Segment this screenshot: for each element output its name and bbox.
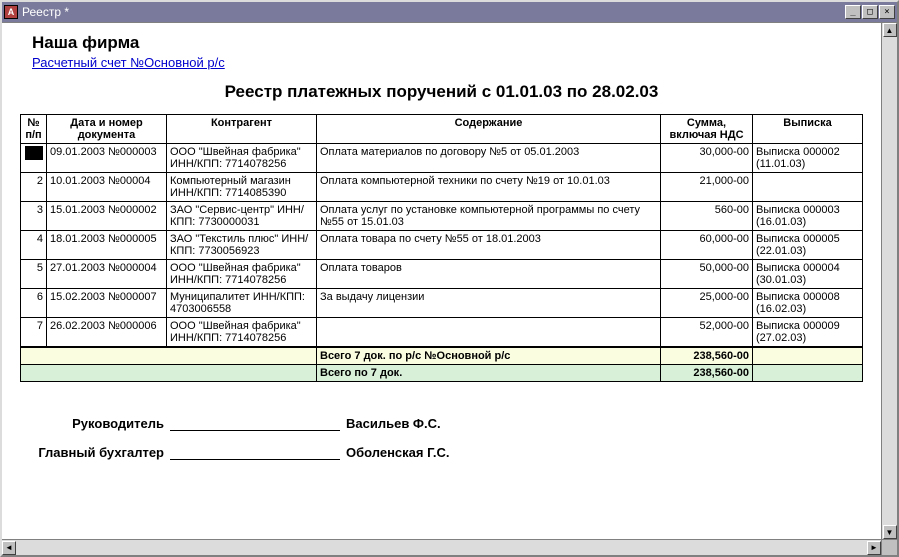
cell-sum: 60,000-00 <box>661 231 753 260</box>
signature-row-accountant: Главный бухгалтер Оболенская Г.С. <box>20 445 863 460</box>
table-row[interactable]: 726.02.2003 №000006ООО "Швейная фабрика"… <box>21 318 863 348</box>
cell-date: 09.01.2003 №000003 <box>47 144 167 173</box>
cell-contragent: ЗАО "Сервис-центр" ИНН/КПП: 7730000031 <box>167 202 317 231</box>
cell-num: 5 <box>21 260 47 289</box>
name-director: Васильев Ф.С. <box>346 416 441 431</box>
signature-line <box>170 417 340 431</box>
cell-sum: 560-00 <box>661 202 753 231</box>
table-row[interactable]: 210.01.2003 №00004Компьютерный магазин И… <box>21 173 863 202</box>
vertical-scrollbar[interactable]: ▲ ▼ <box>881 23 897 539</box>
cell-date: 10.01.2003 №00004 <box>47 173 167 202</box>
table-header-row: № п/п Дата и номер документа Контрагент … <box>21 115 863 144</box>
cell-contragent: ООО "Швейная фабрика" ИНН/КПП: 771407825… <box>167 318 317 348</box>
signature-line <box>170 446 340 460</box>
name-accountant: Оболенская Г.С. <box>346 445 449 460</box>
resize-grip[interactable] <box>881 539 897 555</box>
cell-num: 3 <box>21 202 47 231</box>
col-sum: Сумма, включая НДС <box>661 115 753 144</box>
col-num: № п/п <box>21 115 47 144</box>
cell-sum: 50,000-00 <box>661 260 753 289</box>
subtotal-sum: 238,560-00 <box>661 347 753 365</box>
window-title: Реестр * <box>22 5 844 19</box>
cell-contragent: ООО "Швейная фабрика" ИНН/КПП: 771407825… <box>167 260 317 289</box>
table-row[interactable]: 315.01.2003 №000002ЗАО "Сервис-центр" ИН… <box>21 202 863 231</box>
footer: ◄ ► <box>2 539 897 555</box>
cell-desc: Оплата товара по счету №55 от 18.01.2003 <box>317 231 661 260</box>
document-title: Реестр платежных поручений с 01.01.03 по… <box>20 82 863 102</box>
cell-num <box>21 144 47 173</box>
cell-desc <box>317 318 661 348</box>
cell-desc: Оплата компьютерной техники по счету №19… <box>317 173 661 202</box>
horizontal-scrollbar[interactable]: ◄ ► <box>2 539 881 555</box>
grandtotal-sum: 238,560-00 <box>661 365 753 382</box>
cell-desc: Оплата товаров <box>317 260 661 289</box>
cell-contragent: ЗАО "Текстиль плюс" ИНН/КПП: 7730056923 <box>167 231 317 260</box>
account-link[interactable]: Расчетный счет №Основной р/с <box>32 55 225 70</box>
table-row[interactable]: 615.02.2003 №000007Муниципалитет ИНН/КПП… <box>21 289 863 318</box>
cell-extract: Выписка 000009 (27.02.03) <box>753 318 863 348</box>
cell-sum: 25,000-00 <box>661 289 753 318</box>
cell-sum: 21,000-00 <box>661 173 753 202</box>
signatures: Руководитель Васильев Ф.С. Главный бухга… <box>20 416 863 460</box>
maximize-button[interactable]: □ <box>862 5 878 19</box>
cell-date: 15.02.2003 №000007 <box>47 289 167 318</box>
table-row[interactable]: 527.01.2003 №000004ООО "Швейная фабрика"… <box>21 260 863 289</box>
cell-num: 2 <box>21 173 47 202</box>
role-accountant: Главный бухгалтер <box>20 445 170 460</box>
cell-extract: Выписка 000004 (30.01.03) <box>753 260 863 289</box>
cell-sum: 30,000-00 <box>661 144 753 173</box>
client-area: Наша фирма Расчетный счет №Основной р/с … <box>2 22 897 539</box>
minimize-button[interactable]: _ <box>845 5 861 19</box>
col-desc: Содержание <box>317 115 661 144</box>
scroll-up-icon[interactable]: ▲ <box>883 23 897 37</box>
cell-extract: Выписка 000002 (11.01.03) <box>753 144 863 173</box>
app-icon: А <box>4 5 18 19</box>
row-selection-marker <box>25 146 43 160</box>
cell-contragent: ООО "Швейная фабрика" ИНН/КПП: 771407825… <box>167 144 317 173</box>
cell-date: 26.02.2003 №000006 <box>47 318 167 348</box>
register-table: № п/п Дата и номер документа Контрагент … <box>20 114 863 382</box>
subtotal-label: Всего 7 док. по р/с №Основной р/с <box>317 347 661 365</box>
cell-num: 4 <box>21 231 47 260</box>
cell-desc: Оплата услуг по установке компьютерной п… <box>317 202 661 231</box>
scroll-left-icon[interactable]: ◄ <box>2 541 16 555</box>
grandtotal-label: Всего по 7 док. <box>317 365 661 382</box>
app-window: А Реестр * _ □ × Наша фирма Расчетный сч… <box>0 0 899 557</box>
cell-desc: За выдачу лицензии <box>317 289 661 318</box>
cell-contragent: Муниципалитет ИНН/КПП: 4703006558 <box>167 289 317 318</box>
document-body: Наша фирма Расчетный счет №Основной р/с … <box>2 23 881 539</box>
col-date: Дата и номер документа <box>47 115 167 144</box>
cell-desc: Оплата материалов по договору №5 от 05.0… <box>317 144 661 173</box>
cell-sum: 52,000-00 <box>661 318 753 348</box>
table-row[interactable]: 09.01.2003 №000003ООО "Швейная фабрика" … <box>21 144 863 173</box>
table-row[interactable]: 418.01.2003 №000005ЗАО "Текстиль плюс" И… <box>21 231 863 260</box>
cell-num: 7 <box>21 318 47 348</box>
cell-date: 15.01.2003 №000002 <box>47 202 167 231</box>
subtotal-row: Всего 7 док. по р/с №Основной р/с 238,56… <box>21 347 863 365</box>
col-contragent: Контрагент <box>167 115 317 144</box>
grandtotal-row: Всего по 7 док. 238,560-00 <box>21 365 863 382</box>
scroll-down-icon[interactable]: ▼ <box>883 525 897 539</box>
cell-num: 6 <box>21 289 47 318</box>
cell-date: 18.01.2003 №000005 <box>47 231 167 260</box>
scroll-right-icon[interactable]: ► <box>867 541 881 555</box>
close-button[interactable]: × <box>879 5 895 19</box>
cell-extract <box>753 173 863 202</box>
cell-contragent: Компьютерный магазин ИНН/КПП: 7714085390 <box>167 173 317 202</box>
role-director: Руководитель <box>20 416 170 431</box>
cell-date: 27.01.2003 №000004 <box>47 260 167 289</box>
col-extract: Выписка <box>753 115 863 144</box>
cell-extract: Выписка 000008 (16.02.03) <box>753 289 863 318</box>
titlebar: А Реестр * _ □ × <box>2 2 897 22</box>
signature-row-director: Руководитель Васильев Ф.С. <box>20 416 863 431</box>
cell-extract: Выписка 000003 (16.01.03) <box>753 202 863 231</box>
company-name: Наша фирма <box>32 33 863 53</box>
cell-extract: Выписка 000005 (22.01.03) <box>753 231 863 260</box>
